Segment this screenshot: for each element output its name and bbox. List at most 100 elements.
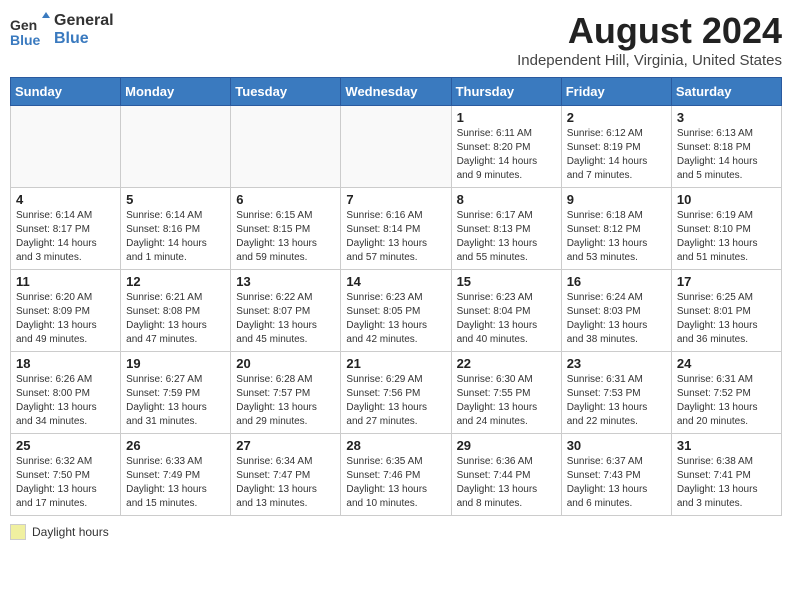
day-info: Sunrise: 6:34 AM Sunset: 7:47 PM Dayligh… xyxy=(236,455,335,511)
calendar-cell: 25Sunrise: 6:32 AM Sunset: 7:50 PM Dayli… xyxy=(11,434,121,516)
day-number: 9 xyxy=(567,192,666,207)
calendar-cell: 14 Sunrise: 6:23 AM Sunset: 8:05 PM Dayli… xyxy=(341,270,451,352)
calendar-cell: 26Sunrise: 6:33 AM Sunset: 7:49 PM Dayli… xyxy=(121,434,231,516)
calendar-cell: 1Sunrise: 6:11 AM Sunset: 8:20 PM Daylig… xyxy=(451,106,561,188)
svg-text:Gen: Gen xyxy=(10,17,37,33)
calendar-cell: 11 Sunrise: 6:20 AM Sunset: 8:09 PM Dayli… xyxy=(11,270,121,352)
day-info: Sunrise: 6:38 AM Sunset: 7:41 PM Dayligh… xyxy=(677,455,776,511)
day-number: 12 xyxy=(126,274,225,289)
calendar-cell: 10 Sunrise: 6:19 AM Sunset: 8:10 PM Dayli… xyxy=(671,188,781,270)
day-number: 19 xyxy=(126,356,225,371)
day-info: Sunrise: 6:29 AM Sunset: 7:56 PM Dayligh… xyxy=(346,373,445,429)
legend: Daylight hours xyxy=(10,524,782,540)
day-number: 6 xyxy=(236,192,335,207)
month-year-title: August 2024 xyxy=(517,10,782,52)
logo-blue-text: Blue xyxy=(54,30,114,48)
title-block: August 2024 Independent Hill, Virginia, … xyxy=(517,10,782,69)
day-number: 24 xyxy=(677,356,776,371)
day-number: 11 xyxy=(16,274,115,289)
day-number: 15 xyxy=(457,274,556,289)
day-number: 1 xyxy=(457,110,556,125)
calendar-cell: 8 Sunrise: 6:17 AM Sunset: 8:13 PM Daylig… xyxy=(451,188,561,270)
day-info: Sunrise: 6:28 AM Sunset: 7:57 PM Dayligh… xyxy=(236,373,335,429)
calendar-cell: 9 Sunrise: 6:18 AM Sunset: 8:12 PM Daylig… xyxy=(561,188,671,270)
day-info: Sunrise: 6:23 AM Sunset: 8:05 PM Dayligh… xyxy=(346,291,445,347)
calendar-cell: 20 Sunrise: 6:28 AM Sunset: 7:57 PM Dayli… xyxy=(231,352,341,434)
day-number: 8 xyxy=(457,192,556,207)
day-number: 10 xyxy=(677,192,776,207)
calendar-cell: 19 Sunrise: 6:27 AM Sunset: 7:59 PM Dayli… xyxy=(121,352,231,434)
day-info: Sunrise: 6:27 AM Sunset: 7:59 PM Dayligh… xyxy=(126,373,225,429)
day-info: Sunrise: 6:24 AM Sunset: 8:03 PM Dayligh… xyxy=(567,291,666,347)
col-thursday: Thursday xyxy=(451,78,561,106)
day-number: 20 xyxy=(236,356,335,371)
day-info: Sunrise: 6:15 AM Sunset: 8:15 PM Dayligh… xyxy=(236,209,335,265)
svg-text:Blue: Blue xyxy=(10,32,41,48)
calendar-cell: 23 Sunrise: 6:31 AM Sunset: 7:53 PM Dayli… xyxy=(561,352,671,434)
logo-icon: Gen Blue xyxy=(10,10,50,50)
day-number: 3 xyxy=(677,110,776,125)
calendar-cell: 18 Sunrise: 6:26 AM Sunset: 8:00 PM Dayli… xyxy=(11,352,121,434)
calendar-cell xyxy=(341,106,451,188)
day-number: 18 xyxy=(16,356,115,371)
day-info: Sunrise: 6:18 AM Sunset: 8:12 PM Dayligh… xyxy=(567,209,666,265)
day-number: 13 xyxy=(236,274,335,289)
day-info: Sunrise: 6:14 AM Sunset: 8:16 PM Dayligh… xyxy=(126,209,225,265)
calendar-cell: 15 Sunrise: 6:23 AM Sunset: 8:04 PM Dayli… xyxy=(451,270,561,352)
day-number: 27 xyxy=(236,438,335,453)
day-number: 4 xyxy=(16,192,115,207)
col-saturday: Saturday xyxy=(671,78,781,106)
calendar-cell: 29 Sunrise: 6:36 AM Sunset: 7:44 PM Dayli… xyxy=(451,434,561,516)
day-number: 5 xyxy=(126,192,225,207)
day-info: Sunrise: 6:13 AM Sunset: 8:18 PM Dayligh… xyxy=(677,127,776,183)
day-info: Sunrise: 6:32 AM Sunset: 7:50 PM Dayligh… xyxy=(16,455,115,511)
page-header: Gen Blue General Blue August 2024 Indepe… xyxy=(10,10,782,69)
day-number: 7 xyxy=(346,192,445,207)
calendar-cell: 12 Sunrise: 6:21 AM Sunset: 8:08 PM Dayli… xyxy=(121,270,231,352)
calendar-week-row: 4 Sunrise: 6:14 AM Sunset: 8:17 PM Daylig… xyxy=(11,188,782,270)
day-number: 17 xyxy=(677,274,776,289)
col-tuesday: Tuesday xyxy=(231,78,341,106)
day-info: Sunrise: 6:35 AM Sunset: 7:46 PM Dayligh… xyxy=(346,455,445,511)
calendar-cell: 24Sunrise: 6:31 AM Sunset: 7:52 PM Dayli… xyxy=(671,352,781,434)
day-number: 21 xyxy=(346,356,445,371)
day-info: Sunrise: 6:31 AM Sunset: 7:53 PM Dayligh… xyxy=(567,373,666,429)
calendar-week-row: 25Sunrise: 6:32 AM Sunset: 7:50 PM Dayli… xyxy=(11,434,782,516)
day-number: 14 xyxy=(346,274,445,289)
day-info: Sunrise: 6:20 AM Sunset: 8:09 PM Dayligh… xyxy=(16,291,115,347)
calendar-week-row: 11 Sunrise: 6:20 AM Sunset: 8:09 PM Dayli… xyxy=(11,270,782,352)
day-info: Sunrise: 6:16 AM Sunset: 8:14 PM Dayligh… xyxy=(346,209,445,265)
day-info: Sunrise: 6:30 AM Sunset: 7:55 PM Dayligh… xyxy=(457,373,556,429)
calendar-cell: 13Sunrise: 6:22 AM Sunset: 8:07 PM Dayli… xyxy=(231,270,341,352)
day-number: 31 xyxy=(677,438,776,453)
day-info: Sunrise: 6:14 AM Sunset: 8:17 PM Dayligh… xyxy=(16,209,115,265)
calendar-cell: 27 Sunrise: 6:34 AM Sunset: 7:47 PM Dayli… xyxy=(231,434,341,516)
day-info: Sunrise: 6:19 AM Sunset: 8:10 PM Dayligh… xyxy=(677,209,776,265)
day-number: 29 xyxy=(457,438,556,453)
calendar-week-row: 18 Sunrise: 6:26 AM Sunset: 8:00 PM Dayli… xyxy=(11,352,782,434)
legend-color-box xyxy=(10,524,26,540)
day-info: Sunrise: 6:36 AM Sunset: 7:44 PM Dayligh… xyxy=(457,455,556,511)
day-info: Sunrise: 6:26 AM Sunset: 8:00 PM Dayligh… xyxy=(16,373,115,429)
day-number: 28 xyxy=(346,438,445,453)
day-info: Sunrise: 6:37 AM Sunset: 7:43 PM Dayligh… xyxy=(567,455,666,511)
legend-label: Daylight hours xyxy=(32,525,109,539)
logo-general-text: General xyxy=(54,12,114,30)
location-text: Independent Hill, Virginia, United State… xyxy=(517,52,782,69)
day-info: Sunrise: 6:25 AM Sunset: 8:01 PM Dayligh… xyxy=(677,291,776,347)
day-number: 23 xyxy=(567,356,666,371)
calendar-cell: 2Sunrise: 6:12 AM Sunset: 8:19 PM Daylig… xyxy=(561,106,671,188)
calendar-cell: 21 Sunrise: 6:29 AM Sunset: 7:56 PM Dayli… xyxy=(341,352,451,434)
col-friday: Friday xyxy=(561,78,671,106)
day-number: 2 xyxy=(567,110,666,125)
calendar-cell: 30 Sunrise: 6:37 AM Sunset: 7:43 PM Dayli… xyxy=(561,434,671,516)
calendar-cell xyxy=(231,106,341,188)
calendar-cell xyxy=(11,106,121,188)
day-info: Sunrise: 6:23 AM Sunset: 8:04 PM Dayligh… xyxy=(457,291,556,347)
day-info: Sunrise: 6:17 AM Sunset: 8:13 PM Dayligh… xyxy=(457,209,556,265)
calendar-cell: 22Sunrise: 6:30 AM Sunset: 7:55 PM Dayli… xyxy=(451,352,561,434)
calendar-cell: 31 Sunrise: 6:38 AM Sunset: 7:41 PM Dayli… xyxy=(671,434,781,516)
day-info: Sunrise: 6:21 AM Sunset: 8:08 PM Dayligh… xyxy=(126,291,225,347)
day-number: 30 xyxy=(567,438,666,453)
calendar-cell xyxy=(121,106,231,188)
